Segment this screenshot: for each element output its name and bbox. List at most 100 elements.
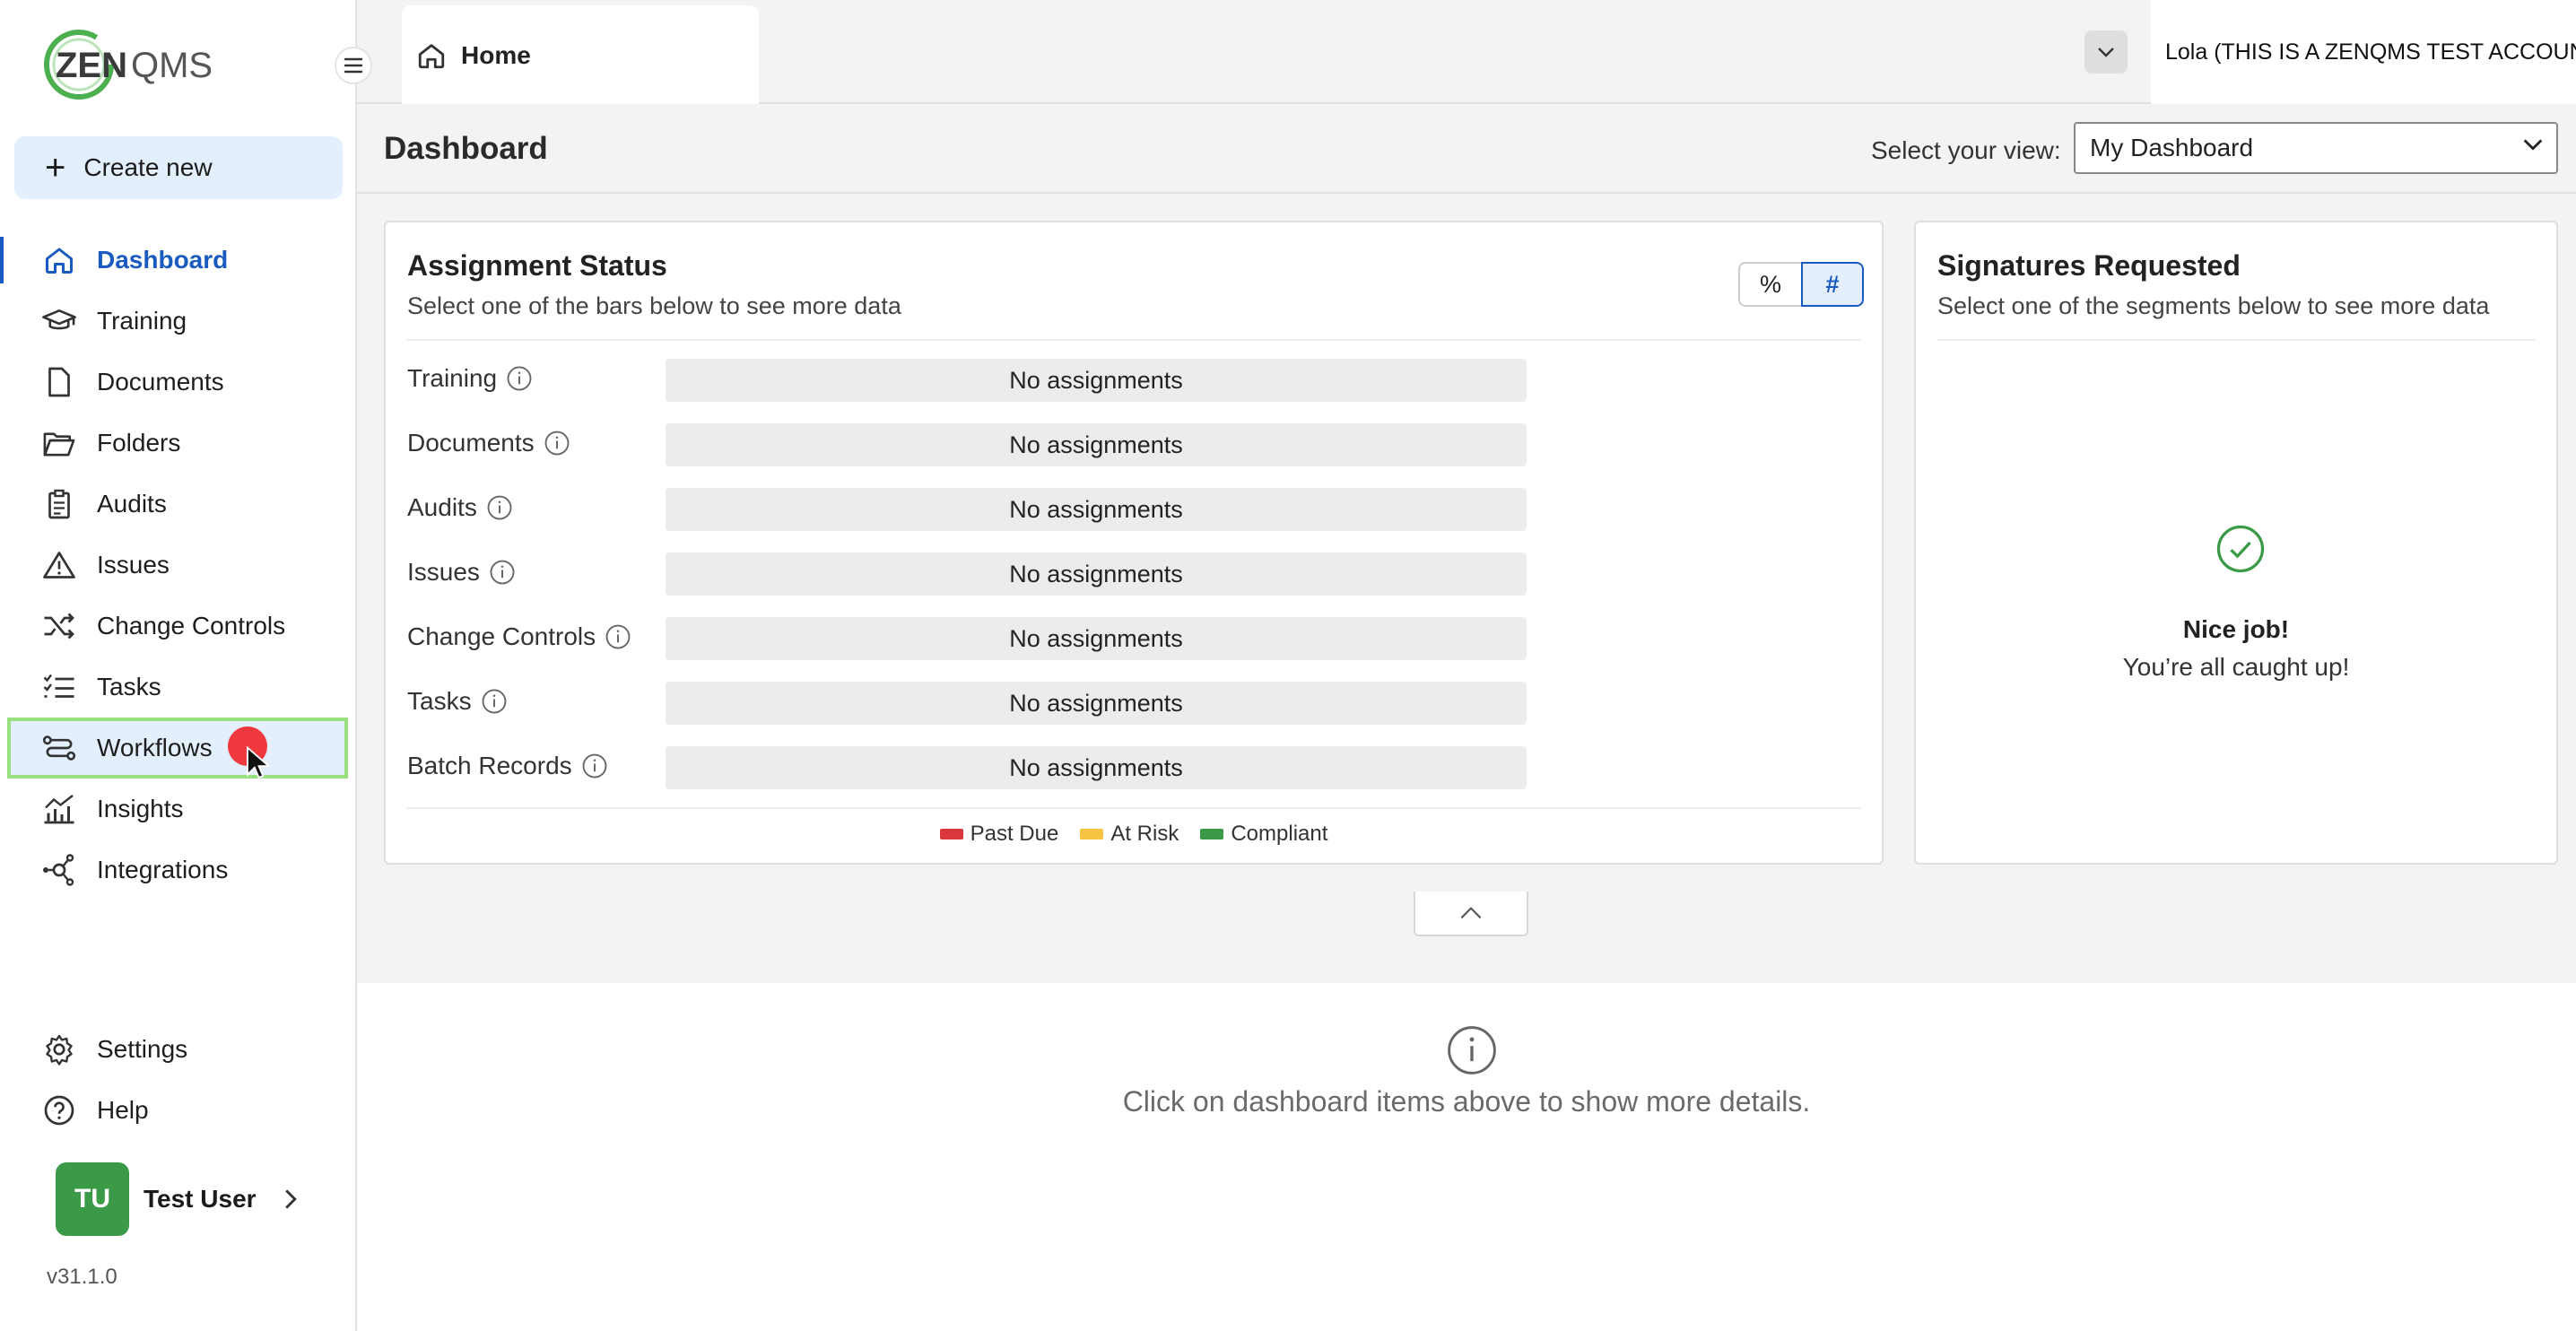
warning-triangle-icon xyxy=(41,547,77,583)
assignment-row: Issues No assignments xyxy=(407,542,1864,606)
row-label-text: Training xyxy=(407,364,498,392)
empty-state-text: You’re all caught up! xyxy=(2122,653,2350,681)
svg-text:ZEN: ZEN xyxy=(56,46,127,85)
home-icon xyxy=(416,40,447,71)
sidebar-item-workflows[interactable]: Workflows xyxy=(7,718,348,779)
sidebar-item-label: Documents xyxy=(97,368,224,396)
sidebar-item-label: Settings xyxy=(97,1035,188,1063)
info-icon[interactable] xyxy=(489,559,516,586)
row-label: Issues xyxy=(407,558,516,587)
legend-item-past-due: Past Due xyxy=(939,822,1058,847)
assignment-bar[interactable]: No assignments xyxy=(666,359,1527,402)
info-icon[interactable] xyxy=(605,623,631,650)
sidebar-item-dashboard[interactable]: Dashboard xyxy=(0,230,355,291)
row-label-text: Documents xyxy=(407,429,535,457)
divider xyxy=(407,807,1860,809)
count-toggle-button[interactable]: # xyxy=(1801,262,1864,307)
empty-state-title: Nice job! xyxy=(2182,615,2290,643)
assignment-bar[interactable]: No assignments xyxy=(666,682,1527,725)
row-label: Change Controls xyxy=(407,622,631,651)
sidebar-item-issues[interactable]: Issues xyxy=(0,535,355,596)
assignment-status-card: Assignment Status Select one of the bars… xyxy=(384,221,1884,865)
row-label-text: Tasks xyxy=(407,687,472,715)
insights-chart-icon xyxy=(41,791,77,827)
info-icon[interactable] xyxy=(581,752,608,779)
sidebar-item-label: Help xyxy=(97,1096,149,1124)
tab-home[interactable]: Home xyxy=(402,5,759,106)
legend-item-at-risk: At Risk xyxy=(1080,822,1179,847)
sidebar-item-integrations[interactable]: Integrations xyxy=(0,839,355,900)
legend-item-compliant: Compliant xyxy=(1200,822,1327,847)
sidebar-item-label: Training xyxy=(97,307,187,335)
info-icon[interactable] xyxy=(544,430,570,457)
sidebar-item-label: Tasks xyxy=(97,673,161,700)
view-select[interactable]: My Dashboard xyxy=(2074,122,2558,174)
sidebar-item-label: Insights xyxy=(97,795,184,822)
page-header: Dashboard Select your view: My Dashboard xyxy=(357,104,2576,194)
info-icon[interactable] xyxy=(506,365,533,392)
info-icon[interactable] xyxy=(481,688,508,715)
sidebar-item-label: Integrations xyxy=(97,856,229,883)
zenqms-logo[interactable]: ZEN QMS xyxy=(41,27,248,108)
sidebar-collapse-button[interactable] xyxy=(335,47,372,84)
sidebar-item-insights[interactable]: Insights xyxy=(0,779,355,839)
legend-swatch xyxy=(1200,829,1224,839)
assignment-row: Change Controls No assignments xyxy=(407,606,1864,671)
top-bar: Home Lola (THIS IS A ZENQMS TEST ACCOUNT… xyxy=(357,0,2576,106)
row-label-text: Audits xyxy=(407,493,477,521)
dashboard-area: Assignment Status Select one of the bars… xyxy=(357,194,2576,983)
sidebar-item-settings[interactable]: Settings xyxy=(0,1019,355,1080)
card-title: Assignment Status xyxy=(407,249,667,282)
assignment-bar[interactable]: No assignments xyxy=(666,423,1527,466)
card-subtitle: Select one of the segments below to see … xyxy=(1937,292,2490,319)
create-new-button[interactable]: + Create new xyxy=(14,136,343,199)
tabs-dropdown-button[interactable] xyxy=(2084,30,2128,74)
gear-icon xyxy=(41,1031,77,1067)
legend: Past Due At Risk Compliant xyxy=(386,822,1882,847)
view-select-value: My Dashboard xyxy=(2090,134,2254,161)
clipboard-icon xyxy=(41,486,77,522)
info-icon[interactable] xyxy=(486,494,513,521)
account-name[interactable]: Lola (THIS IS A ZENQMS TEST ACCOUNT) xyxy=(2151,0,2576,104)
percent-toggle-button[interactable]: % xyxy=(1738,262,1801,307)
assignment-row: Batch Records No assignments xyxy=(407,735,1864,800)
sidebar-nav: Dashboard Training Documents Folders Aud… xyxy=(0,230,355,900)
divider xyxy=(407,339,1860,341)
assignment-row: Training No assignments xyxy=(407,348,1864,413)
assignment-row: Tasks No assignments xyxy=(407,671,1864,735)
legend-label: Compliant xyxy=(1231,822,1328,846)
sidebar-bottom-nav: Settings Help xyxy=(0,1019,355,1141)
document-icon xyxy=(41,364,77,400)
sidebar-item-change-controls[interactable]: Change Controls xyxy=(0,596,355,657)
sidebar-item-label: Folders xyxy=(97,429,181,457)
sidebar-item-label: Workflows xyxy=(97,734,213,761)
row-label-text: Change Controls xyxy=(407,622,596,650)
hamburger-icon xyxy=(344,57,363,74)
sidebar-item-documents[interactable]: Documents xyxy=(0,352,355,413)
view-select-label: Select your view: xyxy=(1871,136,2061,164)
sidebar-item-label: Change Controls xyxy=(97,612,286,639)
sidebar-item-help[interactable]: Help xyxy=(0,1080,355,1141)
tab-label: Home xyxy=(461,41,531,69)
sidebar-item-folders[interactable]: Folders xyxy=(0,413,355,474)
legend-swatch xyxy=(1080,829,1104,839)
user-menu[interactable]: TU Test User xyxy=(56,1162,298,1236)
app-version: v31.1.0 xyxy=(47,1265,117,1289)
chevron-up-icon xyxy=(1458,906,1484,920)
assignment-bar[interactable]: No assignments xyxy=(666,552,1527,596)
main-content: Dashboard Select your view: My Dashboard… xyxy=(357,104,2576,1331)
sidebar-item-audits[interactable]: Audits xyxy=(0,474,355,535)
user-name: Test User xyxy=(144,1185,257,1213)
assignment-bar[interactable]: No assignments xyxy=(666,617,1527,660)
sidebar: ZEN QMS + Create new Dashboard Training xyxy=(0,0,372,1331)
assignment-bar[interactable]: No assignments xyxy=(666,488,1527,531)
plus-icon: + xyxy=(45,148,66,187)
collapse-dashboard-button[interactable] xyxy=(1414,892,1528,936)
sidebar-item-tasks[interactable]: Tasks xyxy=(0,657,355,718)
assignment-bar[interactable]: No assignments xyxy=(666,746,1527,789)
row-label-text: Batch Records xyxy=(407,752,572,779)
graduation-cap-icon xyxy=(41,303,77,339)
avatar: TU xyxy=(56,1162,129,1236)
row-label: Batch Records xyxy=(407,752,608,780)
sidebar-item-training[interactable]: Training xyxy=(0,291,355,352)
